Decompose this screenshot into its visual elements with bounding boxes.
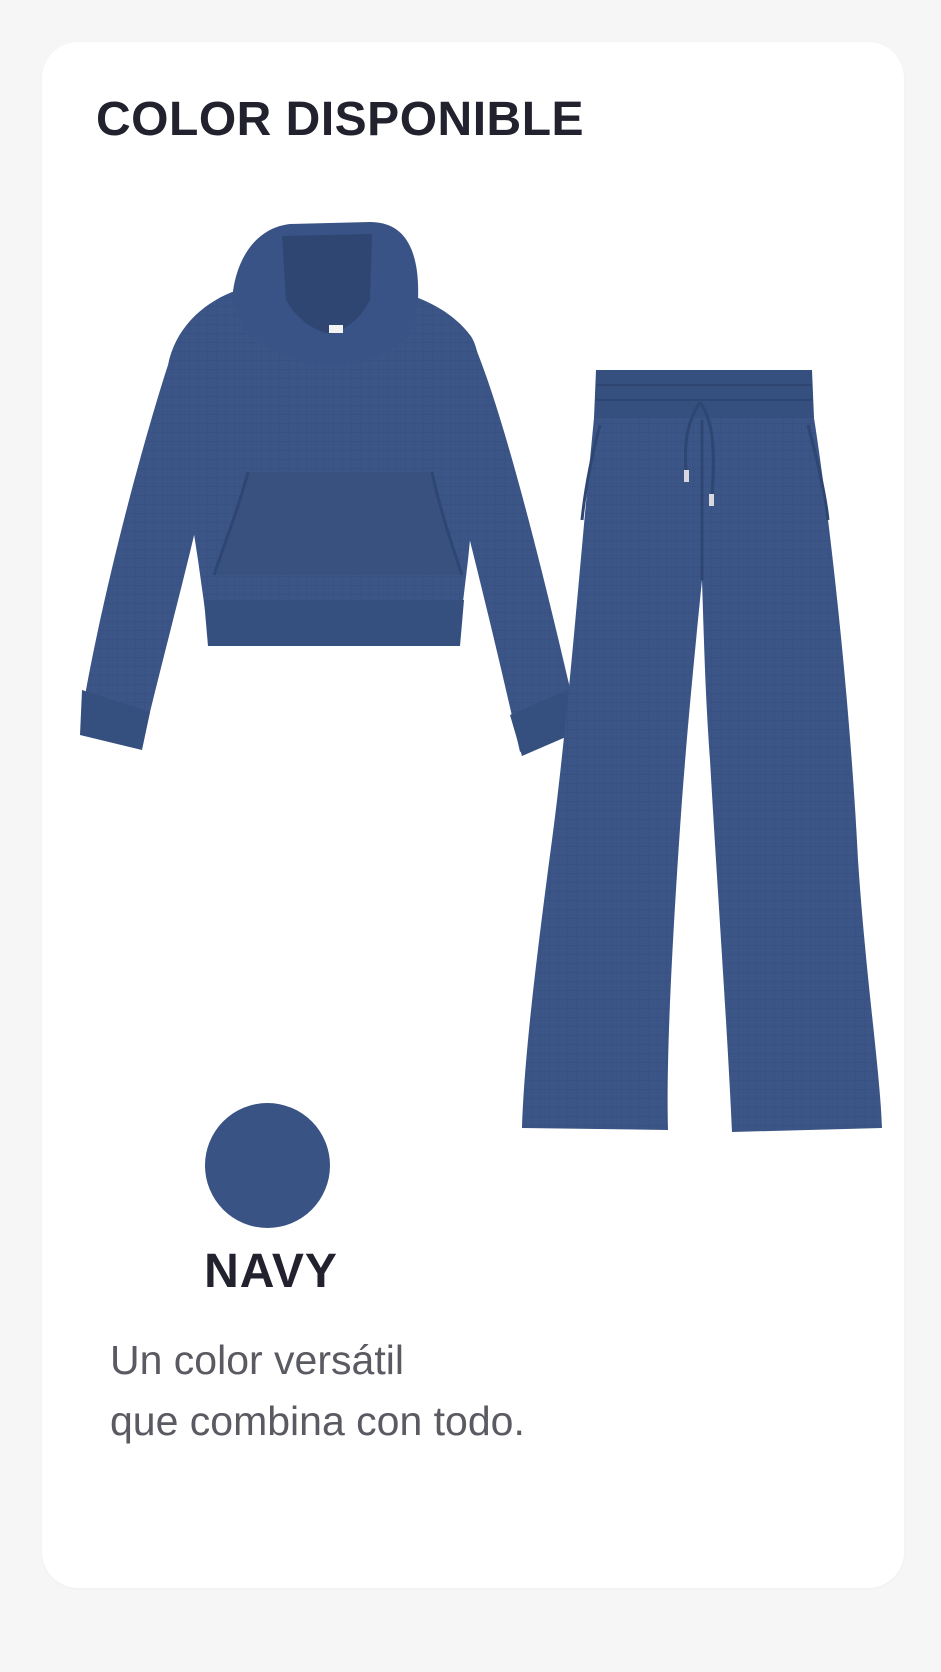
color-swatch[interactable] — [205, 1103, 330, 1228]
description-line-1: Un color versátil — [110, 1337, 404, 1383]
color-name: NAVY — [204, 1245, 338, 1298]
color-description: Un color versátil que combina con todo. — [110, 1330, 525, 1452]
description-line-2: que combina con todo. — [110, 1398, 525, 1444]
hoodie-icon — [80, 222, 582, 756]
pants-icon — [522, 370, 882, 1132]
